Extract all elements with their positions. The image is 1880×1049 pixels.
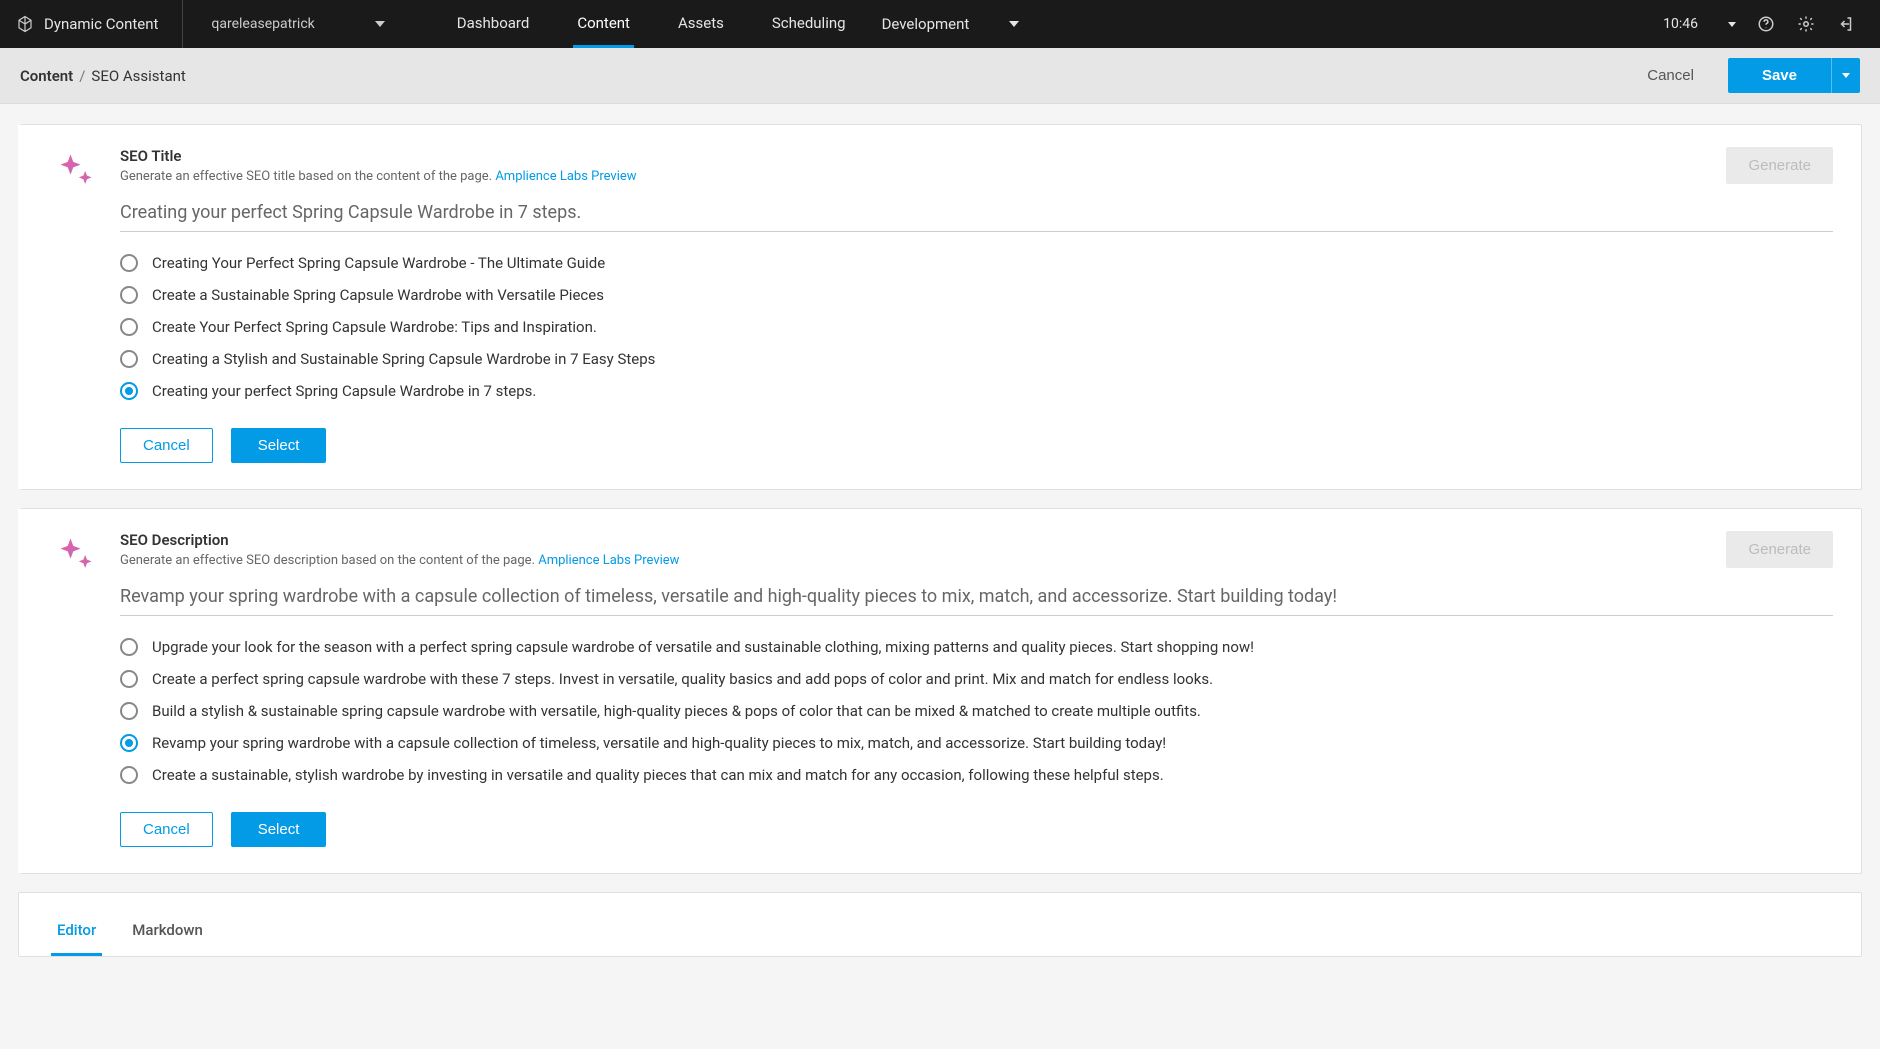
- chevron-down-icon: [1728, 22, 1736, 27]
- seo-description-card: SEO Description Generate an effective SE…: [18, 508, 1862, 874]
- radio-icon: [120, 350, 138, 368]
- tab-editor[interactable]: Editor: [51, 911, 102, 956]
- seo-title-subtitle: Generate an effective SEO title based on…: [120, 169, 1726, 184]
- nav-assets[interactable]: Assets: [674, 0, 728, 48]
- radio-icon: [120, 254, 138, 272]
- seo-description-options: Upgrade your look for the season with a …: [120, 638, 1833, 784]
- help-icon[interactable]: [1756, 14, 1776, 34]
- option-label: Revamp your spring wardrobe with a capsu…: [152, 734, 1166, 752]
- brand-label: Dynamic Content: [44, 15, 158, 33]
- seo-description-option[interactable]: Build a stylish & sustainable spring cap…: [120, 702, 1833, 720]
- option-label: Create a perfect spring capsule wardrobe…: [152, 670, 1213, 688]
- option-label: Create a Sustainable Spring Capsule Ward…: [152, 286, 604, 304]
- action-bar: Content / SEO Assistant Cancel Save: [0, 48, 1880, 104]
- option-label: Creating your perfect Spring Capsule War…: [152, 382, 536, 400]
- main-nav-links: Dashboard Content Assets Scheduling: [413, 0, 850, 48]
- breadcrumb-current: SEO Assistant: [91, 67, 185, 85]
- seo-title-option[interactable]: Creating Your Perfect Spring Capsule War…: [120, 254, 1833, 272]
- option-label: Creating Your Perfect Spring Capsule War…: [152, 254, 605, 272]
- radio-icon: [120, 766, 138, 784]
- seo-description-select-button[interactable]: Select: [231, 812, 327, 847]
- option-label: Create Your Perfect Spring Capsule Wardr…: [152, 318, 597, 336]
- seo-description-option[interactable]: Revamp your spring wardrobe with a capsu…: [120, 734, 1833, 752]
- seo-description-option[interactable]: Create a sustainable, stylish wardrobe b…: [120, 766, 1833, 784]
- topnav-right: 10:46: [1663, 0, 1880, 48]
- seo-title-heading: SEO Title: [120, 147, 1726, 165]
- workspace-select[interactable]: qareleasepatrick: [183, 0, 412, 48]
- radio-icon: [120, 382, 138, 400]
- radio-icon: [120, 734, 138, 752]
- development-select[interactable]: Development: [854, 0, 1048, 48]
- seo-description-option[interactable]: Create a perfect spring capsule wardrobe…: [120, 670, 1833, 688]
- workspace-name: qareleasepatrick: [211, 16, 314, 32]
- tab-markdown[interactable]: Markdown: [126, 911, 209, 956]
- sparkle-icon: [54, 149, 98, 193]
- cancel-button[interactable]: Cancel: [1625, 57, 1716, 94]
- radio-icon: [120, 670, 138, 688]
- logout-icon[interactable]: [1836, 14, 1856, 34]
- chevron-down-icon: [375, 21, 385, 27]
- seo-title-value[interactable]: Creating your perfect Spring Capsule War…: [120, 202, 1833, 232]
- seo-title-option[interactable]: Creating a Stylish and Sustainable Sprin…: [120, 350, 1833, 368]
- generate-description-button[interactable]: Generate: [1726, 531, 1833, 568]
- option-label: Creating a Stylish and Sustainable Sprin…: [152, 350, 655, 368]
- amplience-labs-link[interactable]: Amplience Labs Preview: [538, 553, 679, 568]
- settings-icon[interactable]: [1796, 14, 1816, 34]
- option-label: Build a stylish & sustainable spring cap…: [152, 702, 1201, 720]
- top-nav: Dynamic Content qareleasepatrick Dashboa…: [0, 0, 1880, 48]
- time-value: 10:46: [1663, 16, 1698, 32]
- save-more-button[interactable]: [1831, 58, 1860, 93]
- seo-title-subtitle-text: Generate an effective SEO title based on…: [120, 169, 495, 184]
- seo-description-cancel-button[interactable]: Cancel: [120, 812, 213, 847]
- seo-description-value[interactable]: Revamp your spring wardrobe with a capsu…: [120, 586, 1833, 616]
- amplience-labs-link[interactable]: Amplience Labs Preview: [495, 169, 636, 184]
- radio-icon: [120, 638, 138, 656]
- seo-description-subtitle: Generate an effective SEO description ba…: [120, 553, 1726, 568]
- option-label: Upgrade your look for the season with a …: [152, 638, 1254, 656]
- seo-title-card: SEO Title Generate an effective SEO titl…: [18, 124, 1862, 490]
- radio-icon: [120, 318, 138, 336]
- radio-icon: [120, 702, 138, 720]
- chevron-down-icon: [1842, 73, 1850, 78]
- nav-dashboard[interactable]: Dashboard: [453, 0, 534, 48]
- editor-tabs: Editor Markdown: [39, 893, 1841, 956]
- development-label: Development: [882, 15, 970, 33]
- radio-icon: [120, 286, 138, 304]
- breadcrumb-root[interactable]: Content: [20, 67, 73, 85]
- brand-logo-icon: [16, 15, 34, 33]
- seo-title-option[interactable]: Create a Sustainable Spring Capsule Ward…: [120, 286, 1833, 304]
- nav-content[interactable]: Content: [573, 0, 634, 48]
- nav-scheduling[interactable]: Scheduling: [768, 0, 850, 48]
- seo-title-select-button[interactable]: Select: [231, 428, 327, 463]
- content-scroll: SEO Title Generate an effective SEO titl…: [0, 104, 1880, 1049]
- save-button[interactable]: Save: [1728, 58, 1831, 93]
- brand: Dynamic Content: [0, 0, 182, 48]
- breadcrumb-separator: /: [79, 67, 85, 85]
- seo-description-subtitle-text: Generate an effective SEO description ba…: [120, 553, 538, 568]
- seo-title-options: Creating Your Perfect Spring Capsule War…: [120, 254, 1833, 400]
- sparkle-icon: [54, 533, 98, 577]
- seo-description-option[interactable]: Upgrade your look for the season with a …: [120, 638, 1833, 656]
- seo-title-option[interactable]: Create Your Perfect Spring Capsule Wardr…: [120, 318, 1833, 336]
- generate-title-button[interactable]: Generate: [1726, 147, 1833, 184]
- option-label: Create a sustainable, stylish wardrobe b…: [152, 766, 1164, 784]
- editor-card: Editor Markdown: [18, 892, 1862, 957]
- seo-title-cancel-button[interactable]: Cancel: [120, 428, 213, 463]
- seo-description-heading: SEO Description: [120, 531, 1726, 549]
- seo-title-option[interactable]: Creating your perfect Spring Capsule War…: [120, 382, 1833, 400]
- chevron-down-icon: [1009, 21, 1019, 27]
- save-button-group: Save: [1728, 58, 1860, 93]
- time-select[interactable]: 10:46: [1663, 16, 1736, 32]
